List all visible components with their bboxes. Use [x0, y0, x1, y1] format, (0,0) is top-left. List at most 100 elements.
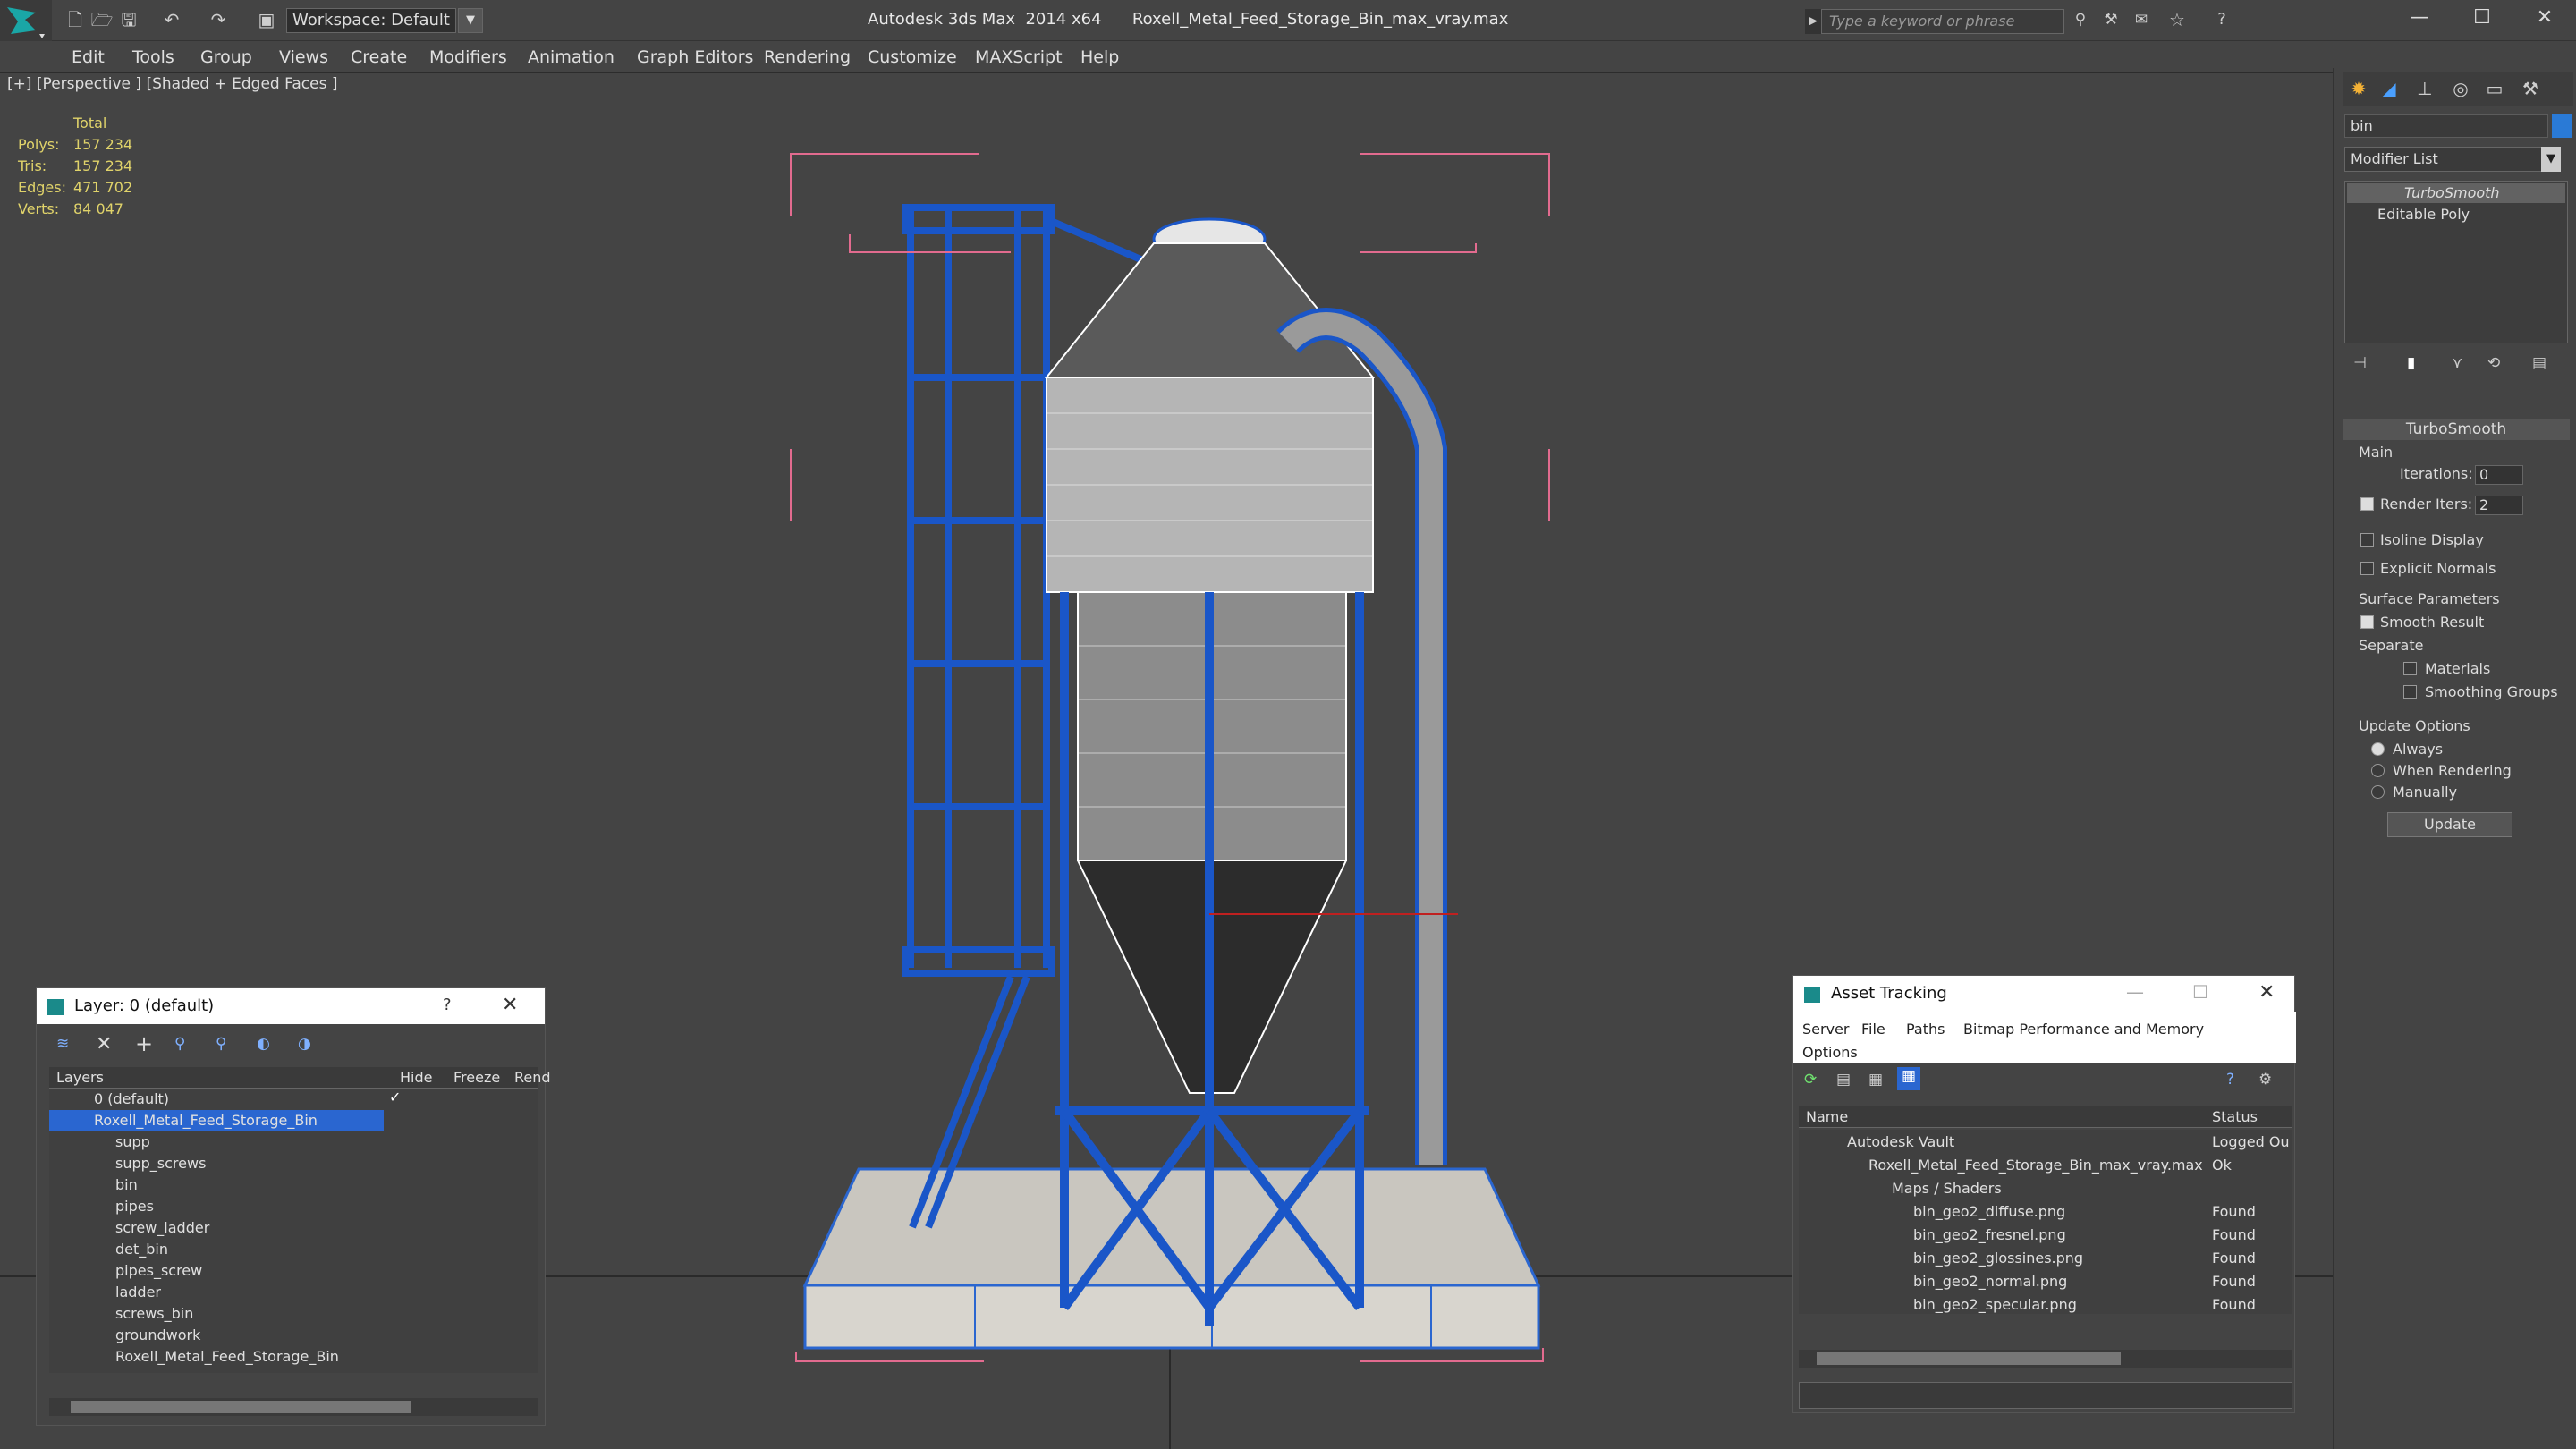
menu-edit[interactable]: Edit: [64, 41, 112, 73]
list-item[interactable]: supp: [49, 1131, 538, 1153]
manually-radio[interactable]: [2371, 785, 2385, 799]
close-icon[interactable]: ✕: [502, 994, 518, 1016]
list-item[interactable]: groundwork: [49, 1325, 538, 1346]
create-tab-icon[interactable]: ✹: [2346, 77, 2371, 100]
menu-paths[interactable]: Paths: [1906, 1021, 1945, 1038]
communication-icon[interactable]: ✉: [2129, 8, 2154, 31]
grid-view-icon[interactable]: ▦: [1897, 1067, 1920, 1090]
menu-animation[interactable]: Animation: [521, 41, 622, 73]
new-file-icon[interactable]: 🗋: [63, 8, 88, 31]
menu-views[interactable]: Views: [272, 41, 335, 73]
render-iters-checkbox[interactable]: [2360, 497, 2374, 511]
maximize-button[interactable]: ☐: [2451, 0, 2513, 36]
search-input[interactable]: Type a keyword or phrase: [1821, 9, 2064, 34]
refresh-icon[interactable]: ⟳: [1804, 1071, 1817, 1089]
col-hide[interactable]: Hide: [400, 1069, 432, 1086]
when-rendering-radio[interactable]: [2371, 764, 2385, 777]
minimize-button[interactable]: —: [2388, 0, 2451, 36]
list-item[interactable]: pipes: [49, 1196, 538, 1217]
add-to-layer-icon[interactable]: +: [135, 1031, 153, 1056]
search-expand-icon[interactable]: ▶: [1805, 9, 1821, 34]
favorites-star-icon[interactable]: ☆: [2165, 8, 2190, 31]
display-tab-icon[interactable]: ▭: [2482, 77, 2507, 100]
project-folder-icon[interactable]: ▣: [254, 8, 279, 31]
remove-modifier-icon[interactable]: ⟲: [2487, 354, 2500, 372]
list-view-icon[interactable]: ▤: [1836, 1071, 1851, 1089]
stack-item-editable-poly[interactable]: Editable Poly: [2347, 205, 2565, 225]
chevron-down-icon[interactable]: ▼: [2541, 147, 2561, 172]
menu-tools[interactable]: Tools: [125, 41, 182, 73]
select-objects-icon[interactable]: ⚲: [174, 1035, 185, 1053]
table-row[interactable]: bin_geo2_normal.png Found: [1799, 1269, 2292, 1292]
update-button[interactable]: Update: [2387, 812, 2512, 837]
modifier-list-dropdown[interactable]: Modifier List: [2344, 147, 2559, 172]
chevron-down-icon[interactable]: ▼: [458, 8, 483, 33]
table-row[interactable]: bin_geo2_specular.png Found: [1799, 1292, 2292, 1314]
list-item[interactable]: pipes_screw: [49, 1260, 538, 1282]
viewport-label[interactable]: [+] [Perspective ] [Shaded + Edged Faces…: [7, 75, 337, 93]
list-item[interactable]: 0 (default) ✓: [49, 1089, 538, 1110]
menu-help[interactable]: Help: [1073, 41, 1126, 73]
asset-path-field[interactable]: [1799, 1382, 2292, 1409]
menu-create[interactable]: Create: [343, 41, 414, 73]
object-color-swatch[interactable]: [2552, 114, 2572, 138]
open-file-icon[interactable]: 🗁: [89, 8, 114, 31]
binoculars-icon[interactable]: ⚲: [2068, 8, 2093, 31]
col-status[interactable]: Status: [2212, 1108, 2258, 1125]
list-item[interactable]: ladder: [49, 1282, 538, 1303]
save-file-icon[interactable]: 🖫: [116, 8, 141, 31]
help-icon[interactable]: ?: [2226, 1071, 2234, 1089]
list-item[interactable]: screw_ladder: [49, 1217, 538, 1239]
configure-sets-icon[interactable]: ▤: [2532, 354, 2546, 372]
table-view-icon[interactable]: ▦: [1868, 1071, 1883, 1089]
col-render[interactable]: Rend: [514, 1069, 551, 1086]
menu-graph-editors[interactable]: Graph Editors: [630, 41, 760, 73]
new-layer-icon[interactable]: ≋: [56, 1035, 69, 1053]
asset-horizontal-scrollbar[interactable]: [1799, 1350, 2292, 1368]
utilities-tab-icon[interactable]: ⚒: [2518, 77, 2543, 100]
help-icon[interactable]: ?: [2209, 8, 2234, 31]
isoline-checkbox[interactable]: [2360, 533, 2374, 547]
menu-bitmap-performance[interactable]: Bitmap Performance and Memory: [1963, 1021, 2204, 1038]
menu-customize[interactable]: Customize: [860, 41, 964, 73]
menu-group[interactable]: Group: [193, 41, 259, 73]
hide-all-icon[interactable]: ◐: [257, 1035, 270, 1053]
menu-file[interactable]: File: [1861, 1021, 1885, 1038]
list-item[interactable]: supp_screws: [49, 1153, 538, 1174]
scrollbar-thumb[interactable]: [1817, 1352, 2121, 1365]
menu-options[interactable]: Options: [1802, 1044, 1858, 1061]
motion-tab-icon[interactable]: ◎: [2448, 77, 2473, 100]
close-icon[interactable]: ✕: [2258, 981, 2275, 1004]
list-item[interactable]: det_bin: [49, 1239, 538, 1260]
redo-icon[interactable]: ↷: [206, 8, 231, 31]
close-button[interactable]: ✕: [2513, 0, 2576, 36]
stack-item-turbosmooth[interactable]: TurboSmooth: [2347, 183, 2565, 203]
list-item[interactable]: bin: [49, 1174, 538, 1196]
turbosmooth-rollout-header[interactable]: TurboSmooth: [2343, 419, 2570, 440]
smoothing-groups-checkbox[interactable]: [2403, 685, 2417, 699]
layer-dialog-title[interactable]: Layer: 0 (default): [37, 988, 545, 1024]
table-row[interactable]: bin_geo2_diffuse.png Found: [1799, 1199, 2292, 1223]
freeze-all-icon[interactable]: ◑: [298, 1035, 311, 1053]
table-row[interactable]: Maps / Shaders: [1799, 1176, 2292, 1199]
menu-maxscript[interactable]: MAXScript: [968, 41, 1070, 73]
iterations-spinner[interactable]: 0: [2475, 465, 2523, 485]
list-item[interactable]: Roxell_Metal_Feed_Storage_Bin: [49, 1110, 384, 1131]
materials-checkbox[interactable]: [2403, 662, 2417, 675]
asset-dialog-title[interactable]: Asset Tracking: [1793, 976, 2294, 1012]
pin-stack-icon[interactable]: ⊣: [2353, 354, 2367, 372]
make-unique-icon[interactable]: ⋎: [2452, 354, 2462, 372]
help-button[interactable]: ?: [443, 996, 452, 1014]
always-radio[interactable]: [2371, 742, 2385, 756]
col-layers[interactable]: Layers: [56, 1069, 104, 1086]
menu-rendering[interactable]: Rendering: [757, 41, 858, 73]
list-item[interactable]: Roxell_Metal_Feed_Storage_Bin: [49, 1346, 538, 1368]
show-end-result-icon[interactable]: ▮: [2407, 354, 2415, 372]
table-row[interactable]: bin_geo2_glossines.png Found: [1799, 1246, 2292, 1269]
table-row[interactable]: bin_geo2_fresnel.png Found: [1799, 1223, 2292, 1246]
render-iters-spinner[interactable]: 2: [2475, 496, 2523, 515]
explicit-normals-checkbox[interactable]: [2360, 562, 2374, 575]
highlight-layer-icon[interactable]: ⚲: [216, 1035, 226, 1053]
undo-icon[interactable]: ↶: [159, 8, 184, 31]
list-item[interactable]: screws_bin: [49, 1303, 538, 1325]
